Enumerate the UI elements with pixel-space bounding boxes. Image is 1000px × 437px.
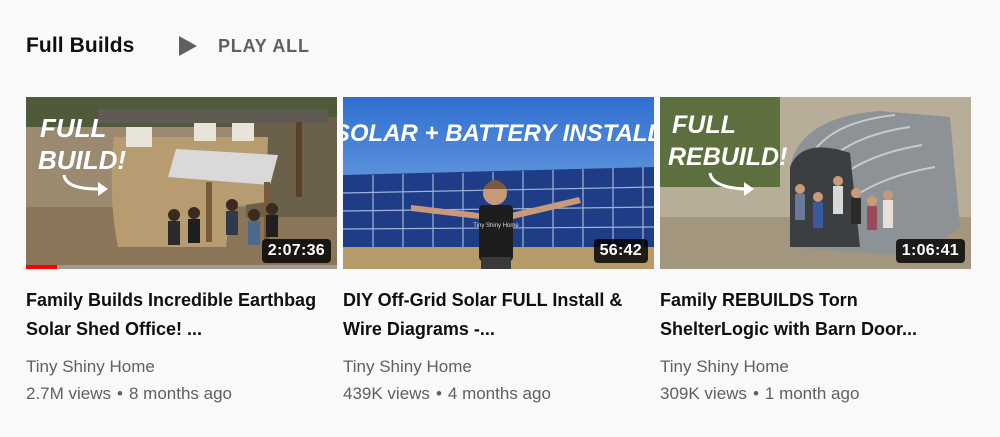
video-meta: 309K views • 1 month ago xyxy=(660,383,971,405)
upload-age: 8 months ago xyxy=(128,384,232,403)
video-card: FULL BUILD! 2:07:36 Family Builds Incred… xyxy=(26,97,337,405)
shelf-header: Full Builds xyxy=(26,30,134,62)
watch-progress-fill xyxy=(26,265,58,269)
play-all-button[interactable]: PLAY ALL xyxy=(178,30,310,62)
thumb-text-line1: FULL xyxy=(40,113,106,143)
view-count: 309K views xyxy=(660,384,747,403)
thumb-text-line2: REBUILD! xyxy=(668,143,787,171)
thumb-text: SOLAR + BATTERY INSTALL xyxy=(343,120,654,147)
video-title[interactable]: Family Builds Incredible Earthbag Solar … xyxy=(26,286,326,344)
video-meta: 2.7M views • 8 months ago xyxy=(26,383,337,405)
video-card: FULL REBUILD! 1:06:41 Family REBUILDS To… xyxy=(660,97,971,405)
video-title[interactable]: Family REBUILDS Torn ShelterLogic with B… xyxy=(660,286,960,344)
video-duration: 56:42 xyxy=(593,239,648,263)
video-duration: 2:07:36 xyxy=(261,239,331,263)
video-thumbnail[interactable]: Tiny Shiny Home SOLAR + BATTERY INSTALL … xyxy=(343,97,654,269)
shirt-text: Tiny Shiny Home xyxy=(473,223,519,229)
video-title[interactable]: DIY Off-Grid Solar FULL Install & Wire D… xyxy=(343,286,643,344)
shelf-title[interactable]: Full Builds xyxy=(26,34,134,58)
meta-separator: • xyxy=(752,384,759,403)
play-icon xyxy=(178,35,200,57)
upload-age: 1 month ago xyxy=(764,384,860,403)
thumb-text-line1: FULL xyxy=(672,111,736,139)
video-card: Tiny Shiny Home SOLAR + BATTERY INSTALL … xyxy=(343,97,654,405)
view-count: 2.7M views xyxy=(26,384,112,403)
video-thumbnail[interactable]: FULL BUILD! 2:07:36 xyxy=(26,97,337,269)
meta-separator: • xyxy=(117,384,123,403)
video-duration: 1:06:41 xyxy=(895,239,965,263)
upload-age: 4 months ago xyxy=(447,384,551,403)
channel-name[interactable]: Tiny Shiny Home xyxy=(26,356,337,378)
channel-name[interactable]: Tiny Shiny Home xyxy=(343,356,654,378)
channel-name[interactable]: Tiny Shiny Home xyxy=(660,356,971,378)
play-all-label: PLAY ALL xyxy=(218,35,310,56)
thumb-text-line2: BUILD! xyxy=(38,145,126,175)
video-meta: 439K views • 4 months ago xyxy=(343,383,654,405)
meta-separator: • xyxy=(435,384,442,403)
watch-progress-bar xyxy=(26,265,337,269)
video-thumbnail[interactable]: FULL REBUILD! 1:06:41 xyxy=(660,97,971,269)
view-count: 439K views xyxy=(343,384,430,403)
